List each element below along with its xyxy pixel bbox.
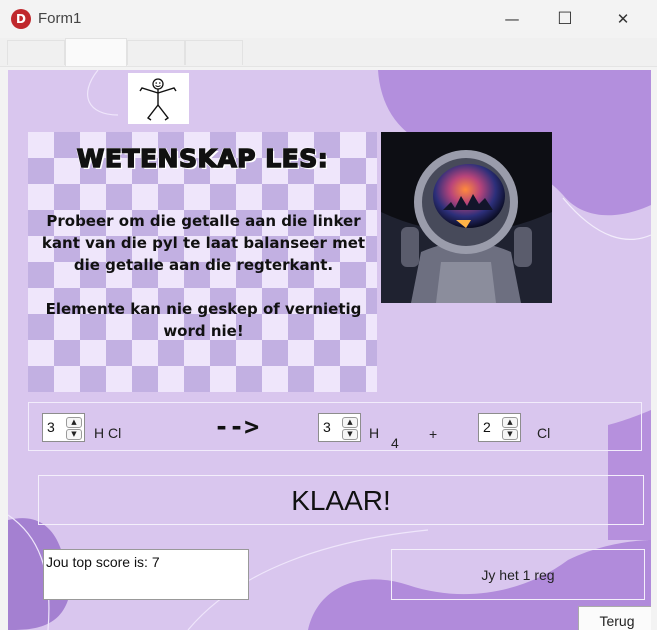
- right2-symbol-label: Cl: [537, 425, 551, 441]
- lesson-paragraph-1: Probeer om die getalle aan die linker ka…: [41, 212, 366, 274]
- spin-down-icon[interactable]: ▼: [342, 429, 358, 440]
- right1-subscript-label: 4: [391, 435, 399, 451]
- title-bar: D Form1 — ☐ ✕: [0, 0, 657, 38]
- back-button[interactable]: Terug: [578, 606, 651, 630]
- astronaut-image: [381, 132, 552, 303]
- spin-down-icon[interactable]: ▼: [502, 429, 518, 440]
- stick-figure-icon: [128, 73, 189, 124]
- spin-up-icon[interactable]: ▲: [502, 417, 518, 428]
- plus-label: +: [429, 426, 438, 442]
- tab-2[interactable]: [65, 38, 127, 66]
- result-label: Jy het 1 reg: [391, 549, 645, 600]
- reaction-arrow: -->: [214, 412, 260, 441]
- maximize-icon[interactable]: ☐: [536, 0, 594, 38]
- left-coefficient-value[interactable]: 3: [47, 419, 55, 435]
- spin-up-icon[interactable]: ▲: [342, 417, 358, 428]
- right1-symbol-label: H: [369, 425, 380, 441]
- equation-panel: 3 ▲ ▼ H Cl --> 3 ▲ ▼ H 4 + 2 ▲ ▼ Cl: [28, 402, 642, 451]
- minimize-icon[interactable]: —: [483, 0, 541, 38]
- left-coefficient-spinner[interactable]: 3 ▲ ▼: [42, 413, 85, 442]
- lesson-panel: WETENSKAP LES: Probeer om die getalle aa…: [28, 132, 377, 392]
- tab-strip: [0, 38, 657, 67]
- right1-coefficient-spinner[interactable]: 3 ▲ ▼: [318, 413, 361, 442]
- left-formula-label: H Cl: [94, 425, 122, 441]
- right1-coefficient-value[interactable]: 3: [323, 419, 331, 435]
- lesson-title: WETENSKAP LES:: [76, 143, 329, 174]
- spin-up-icon[interactable]: ▲: [66, 417, 82, 428]
- app-icon: D: [11, 9, 31, 29]
- right2-coefficient-spinner[interactable]: 2 ▲ ▼: [478, 413, 521, 442]
- done-button[interactable]: KLAAR!: [38, 475, 644, 525]
- spin-down-icon[interactable]: ▼: [66, 429, 82, 440]
- top-score-box: Jou top score is: 7: [43, 549, 249, 600]
- tab-3[interactable]: [127, 40, 185, 65]
- tab-4[interactable]: [185, 40, 243, 65]
- close-icon[interactable]: ✕: [594, 0, 652, 38]
- tab-1[interactable]: [7, 40, 65, 65]
- form-client-area: WETENSKAP LES: Probeer om die getalle aa…: [8, 70, 651, 630]
- right2-coefficient-value[interactable]: 2: [483, 419, 491, 435]
- window-title: Form1: [38, 10, 82, 27]
- lesson-instructions: Probeer om die getalle aan die linker ka…: [36, 210, 371, 364]
- lesson-paragraph-2: Elemente kan nie geskep of vernietig wor…: [45, 300, 362, 340]
